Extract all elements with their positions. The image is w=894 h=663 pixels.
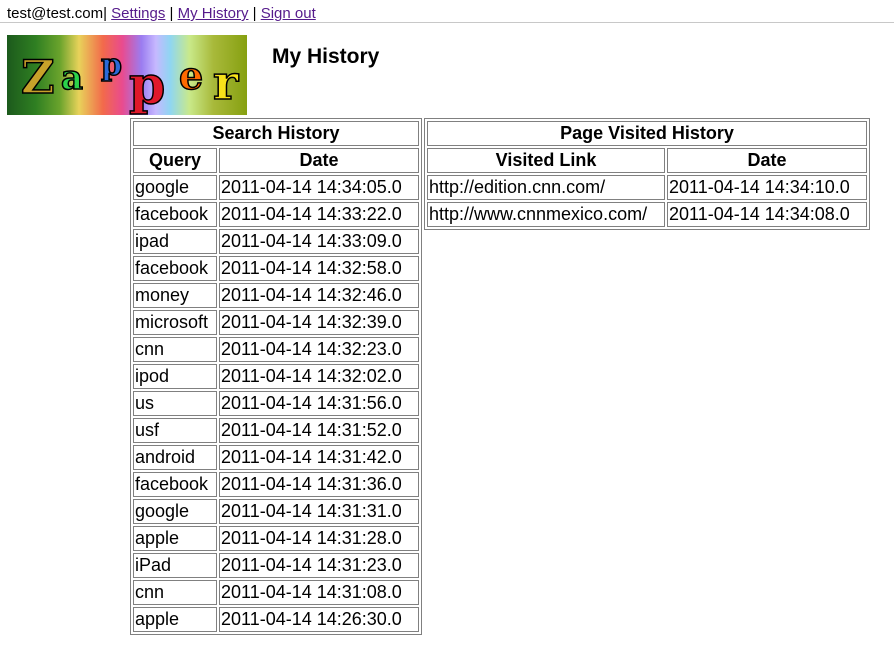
table-row: http://edition.cnn.com/2011-04-14 14:34:… [427,175,867,200]
separator: | [103,5,107,22]
separator: | [252,5,257,22]
table-row: money 2011-04-14 14:32:46.0 [133,283,419,308]
date-cell: 2011-04-14 14:31:42.0 [219,445,419,470]
table-row: microsoft 2011-04-14 14:32:39.0 [133,310,419,335]
query-cell: facebook [133,256,217,281]
date-cell: 2011-04-14 14:32:39.0 [219,310,419,335]
date-cell: 2011-04-14 14:31:56.0 [219,391,419,416]
date-cell: 2011-04-14 14:31:52.0 [219,418,419,443]
zapper-logo-art: Z a p p e r [20,47,240,115]
query-cell: money [133,283,217,308]
my-history-link[interactable]: My History [178,5,249,22]
header-divider [0,22,894,23]
separator: | [169,5,174,22]
table-row: us 2011-04-14 14:31:56.0 [133,391,419,416]
date-cell: 2011-04-14 14:31:28.0 [219,526,419,551]
logo-letter: Z [21,50,55,104]
query-cell: us [133,391,217,416]
settings-link[interactable]: Settings [111,5,165,22]
date-cell: 2011-04-14 14:32:02.0 [219,364,419,389]
date-cell: 2011-04-14 14:31:08.0 [219,580,419,605]
date-cell: 2011-04-14 14:32:23.0 [219,337,419,362]
query-cell: iPad [133,553,217,578]
zapper-logo: Z a p p e r [7,35,247,115]
logo-letter: p [101,48,122,83]
date-cell: 2011-04-14 14:33:09.0 [219,229,419,254]
query-cell: microsoft [133,310,217,335]
logo-letter: r [213,55,239,111]
date-cell: 2011-04-14 14:33:22.0 [219,202,419,227]
date-cell: 2011-04-14 14:34:05.0 [219,175,419,200]
visited-link-cell: http://www.cnnmexico.com/ [427,202,665,227]
table-row: cnn 2011-04-14 14:32:23.0 [133,337,419,362]
table-row: apple 2011-04-14 14:26:30.0 [133,607,419,632]
date-cell: 2011-04-14 14:32:46.0 [219,283,419,308]
page-visited-history-title: Page Visited History [427,121,867,146]
query-cell: ipad [133,229,217,254]
date-cell: 2011-04-14 14:26:30.0 [219,607,419,632]
date-column-header: Date [667,148,867,173]
page-visited-history-table: Page Visited History Visited Link Date h… [424,118,870,230]
query-cell: android [133,445,217,470]
topbar: test@test.com| Settings | My History | S… [7,5,316,23]
logo-letter: e [179,53,203,98]
date-column-header: Date [219,148,419,173]
query-cell: cnn [133,337,217,362]
visited-link-column-header: Visited Link [427,148,665,173]
query-cell: facebook [133,202,217,227]
query-cell: google [133,175,217,200]
table-row: facebook 2011-04-14 14:33:22.0 [133,202,419,227]
date-cell: 2011-04-14 14:31:31.0 [219,499,419,524]
table-row: ipad 2011-04-14 14:33:09.0 [133,229,419,254]
search-history-title: Search History [133,121,419,146]
logo-letter: a [61,58,83,98]
table-row: google 2011-04-14 14:34:05.0 [133,175,419,200]
table-row: facebook 2011-04-14 14:31:36.0 [133,472,419,497]
table-row: facebook 2011-04-14 14:32:58.0 [133,256,419,281]
visited-link-cell: http://edition.cnn.com/ [427,175,665,200]
date-cell: 2011-04-14 14:34:10.0 [667,175,867,200]
query-cell: apple [133,607,217,632]
query-cell: facebook [133,472,217,497]
user-email: test@test.com [7,5,104,22]
logo-letter: p [129,55,165,115]
table-row: iPad 2011-04-14 14:31:23.0 [133,553,419,578]
date-cell: 2011-04-14 14:31:36.0 [219,472,419,497]
search-history-table: Search History Query Date google 2011-04-… [130,118,422,635]
date-cell: 2011-04-14 14:34:08.0 [667,202,867,227]
query-column-header: Query [133,148,217,173]
date-cell: 2011-04-14 14:32:58.0 [219,256,419,281]
query-cell: usf [133,418,217,443]
query-cell: cnn [133,580,217,605]
query-cell: google [133,499,217,524]
table-row: ipod 2011-04-14 14:32:02.0 [133,364,419,389]
table-row: http://www.cnnmexico.com/2011-04-14 14:3… [427,202,867,227]
table-row: apple 2011-04-14 14:31:28.0 [133,526,419,551]
query-cell: apple [133,526,217,551]
sign-out-link[interactable]: Sign out [261,5,316,22]
table-row: usf 2011-04-14 14:31:52.0 [133,418,419,443]
table-row: android 2011-04-14 14:31:42.0 [133,445,419,470]
date-cell: 2011-04-14 14:31:23.0 [219,553,419,578]
table-row: google 2011-04-14 14:31:31.0 [133,499,419,524]
query-cell: ipod [133,364,217,389]
table-row: cnn 2011-04-14 14:31:08.0 [133,580,419,605]
page-title: My History [272,45,380,68]
